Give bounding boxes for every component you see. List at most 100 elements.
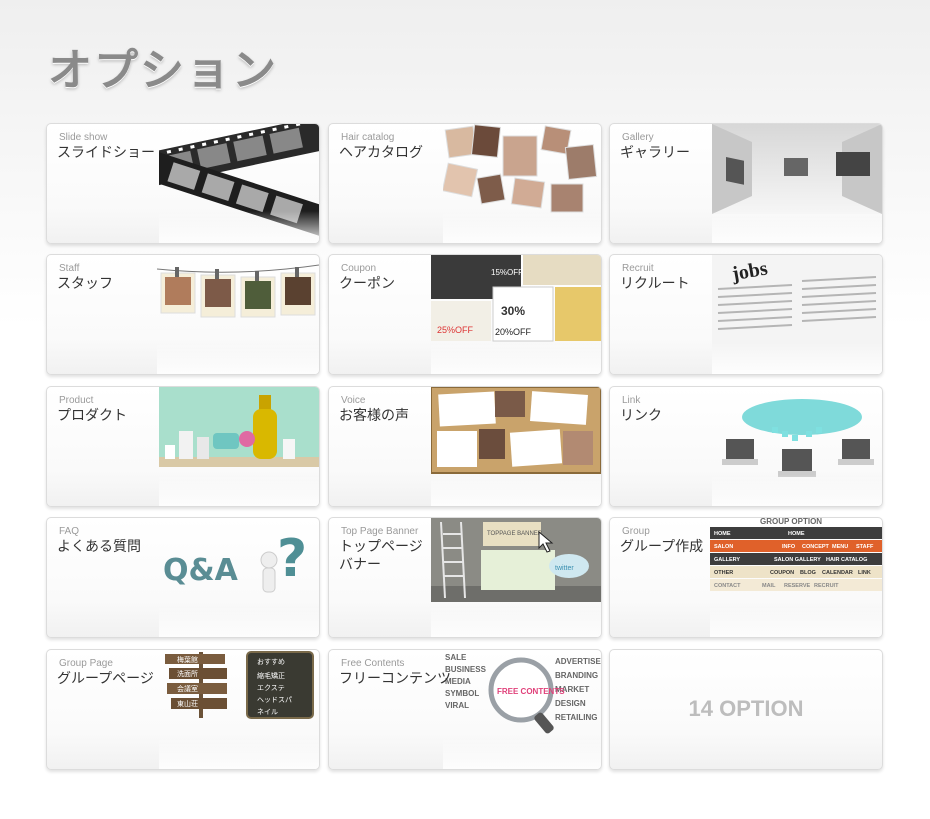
card-en-label: Product xyxy=(59,395,94,406)
group-row1-b: INFO xyxy=(782,544,796,550)
voice-thumbnail xyxy=(431,387,601,506)
card-jp-label: トップページ バナー xyxy=(339,539,423,573)
free-contents-badge: FREE CONTENTS xyxy=(497,687,565,696)
option-count-label: 14 OPTION xyxy=(688,696,804,721)
banner-label: TOPPAGE BANNER xyxy=(487,531,543,537)
group-row3-b: COUPON xyxy=(770,570,794,576)
faq-question-mark: ? xyxy=(277,529,307,589)
card-en-label: Link xyxy=(622,395,641,406)
top-banner-thumbnail: TOPPAGE BANNER twitter xyxy=(431,518,601,637)
free-word-3: SYMBOL xyxy=(445,689,479,698)
sign-word-4: おすすめ xyxy=(257,658,285,666)
group-row1-a: SALON xyxy=(714,544,733,550)
sign-word-0: 洗面所 xyxy=(177,669,198,678)
option-card-gallery[interactable]: Gallery ギャラリー xyxy=(609,123,883,244)
card-en-label: Staff xyxy=(59,263,80,274)
free-word-4: VIRAL xyxy=(445,701,469,710)
card-jp-label: リンク xyxy=(620,408,662,424)
card-jp-label: お客様の声 xyxy=(339,408,409,424)
group-row0-a: HOME xyxy=(714,531,731,537)
slideshow-thumbnail xyxy=(159,124,319,243)
sign-word-8: ネイル xyxy=(257,708,278,716)
option-count-card: 14 OPTION xyxy=(609,649,883,770)
free-word-1: BUSINESS xyxy=(445,665,487,674)
card-en-label: Hair catalog xyxy=(341,132,395,143)
sign-word-6: エクステ xyxy=(257,684,285,692)
card-jp-label: クーポン xyxy=(339,276,395,292)
group-page-thumbnail: 洗面所 会議室 東山荘 梅葉館 おすすめ 縮毛矯正 エクステ ヘッドスパ ネイル xyxy=(159,650,319,769)
card-jp-label: スタッフ xyxy=(57,276,113,292)
card-en-label: Voice xyxy=(341,395,366,406)
card-en-label: Recruit xyxy=(622,263,654,274)
option-card-group-page[interactable]: Group Page グループページ 洗面所 会議室 東山荘 梅葉館 おすすめ … xyxy=(46,649,320,770)
card-en-label: Top Page Banner xyxy=(341,526,419,537)
faq-thumbnail: Q&A ? xyxy=(159,518,319,637)
free-word-9: RETAILING xyxy=(555,713,598,722)
group-row2-a: GALLERY xyxy=(714,557,740,563)
option-card-link[interactable]: Link リンク xyxy=(609,386,883,507)
option-card-voice[interactable]: Voice お客様の声 xyxy=(328,386,602,507)
sign-word-3: 梅葉館 xyxy=(177,655,198,664)
group-thumbnail: GROUP OPTION HOME HOME SALON INFO CONCEP… xyxy=(710,518,882,637)
option-card-faq[interactable]: FAQ よくある質問 Q&A ? xyxy=(46,517,320,638)
product-thumbnail xyxy=(159,387,319,506)
coupon-pct-25: 25%OFF xyxy=(437,325,474,335)
free-word-6: BRANDING xyxy=(555,671,598,680)
coupon-thumbnail: 30% 15%OFF 25%OFF 20%OFF xyxy=(431,255,601,374)
card-jp-label: ヘアカタログ xyxy=(339,145,423,161)
free-word-5: ADVERTISE xyxy=(555,657,601,666)
staff-thumbnail xyxy=(157,255,319,374)
card-en-label: Group xyxy=(622,526,650,537)
gallery-thumbnail xyxy=(712,124,882,243)
page-title: オプション xyxy=(48,45,278,96)
option-card-staff[interactable]: Staff スタッフ xyxy=(46,254,320,375)
option-card-recruit[interactable]: Recruit リクルート jobs xyxy=(609,254,883,375)
faq-qa-word: Q&A xyxy=(163,553,239,588)
group-row3-e: LINK xyxy=(858,570,871,576)
card-jp-label: プロダクト xyxy=(57,408,127,424)
card-en-label: Slide show xyxy=(59,132,108,143)
card-jp-label: フリーコンテンツ xyxy=(339,671,451,687)
group-row0-b: HOME xyxy=(788,531,805,537)
link-thumbnail xyxy=(712,387,882,506)
hair-catalog-thumbnail xyxy=(443,124,601,243)
sign-word-2: 東山荘 xyxy=(177,699,198,708)
group-row2-b: SALON GALLERY xyxy=(774,557,821,563)
group-row1-d: MENU xyxy=(832,544,848,550)
banner-twitter: twitter xyxy=(555,565,574,572)
sign-word-7: ヘッドスパ xyxy=(257,696,292,704)
coupon-pct-15: 15%OFF xyxy=(491,268,523,277)
card-en-label: Free Contents xyxy=(341,658,405,669)
group-row2-c: HAIR CATALOG xyxy=(826,557,867,563)
option-card-coupon[interactable]: Coupon クーポン 30% 15%OFF 25%OFF 20%OFF xyxy=(328,254,602,375)
card-en-label: FAQ xyxy=(59,526,80,537)
group-row4-b: MAIL xyxy=(762,583,776,589)
group-row3-c: BLOG xyxy=(800,570,816,576)
option-card-top-banner[interactable]: Top Page Banner トップページ バナー TOPPAGE BANNE… xyxy=(328,517,602,638)
card-jp-label: グループ作成 xyxy=(620,539,704,555)
card-jp-label: よくある質問 xyxy=(57,539,141,555)
card-jp-label: リクルート xyxy=(620,276,690,292)
card-jp-label: ギャラリー xyxy=(620,145,690,161)
coupon-pct-20: 20%OFF xyxy=(495,327,532,337)
option-grid: Slide show スライドショー Hair catalog ヘアカタログ G… xyxy=(46,123,884,773)
card-jp-label: グループページ xyxy=(57,671,154,687)
option-card-product[interactable]: Product プロダクト xyxy=(46,386,320,507)
sign-word-1: 会議室 xyxy=(177,684,198,693)
option-card-slideshow[interactable]: Slide show スライドショー xyxy=(46,123,320,244)
card-en-label: Coupon xyxy=(341,263,377,274)
free-word-8: DESIGN xyxy=(555,699,586,708)
sign-word-5: 縮毛矯正 xyxy=(257,671,285,680)
option-card-hair-catalog[interactable]: Hair catalog ヘアカタログ xyxy=(328,123,602,244)
group-option-title: GROUP OPTION xyxy=(760,518,822,526)
option-card-free-contents[interactable]: Free Contents フリーコンテンツ SALE BUSINESS MED… xyxy=(328,649,602,770)
option-card-group[interactable]: Group グループ作成 GROUP OPTION HOME HOME SALO… xyxy=(609,517,883,638)
free-contents-thumbnail: SALE BUSINESS MEDIA SYMBOL VIRAL ADVERTI… xyxy=(443,650,601,769)
group-row3-d: CALENDAR xyxy=(822,570,853,576)
free-word-0: SALE xyxy=(445,653,467,662)
card-en-label: Gallery xyxy=(622,132,654,143)
group-row1-c: CONCEPT xyxy=(802,544,830,550)
group-row4-d: RECRUIT xyxy=(814,583,839,589)
card-jp-label: スライドショー xyxy=(57,145,155,161)
group-row4-a: CONTACT xyxy=(714,583,741,589)
